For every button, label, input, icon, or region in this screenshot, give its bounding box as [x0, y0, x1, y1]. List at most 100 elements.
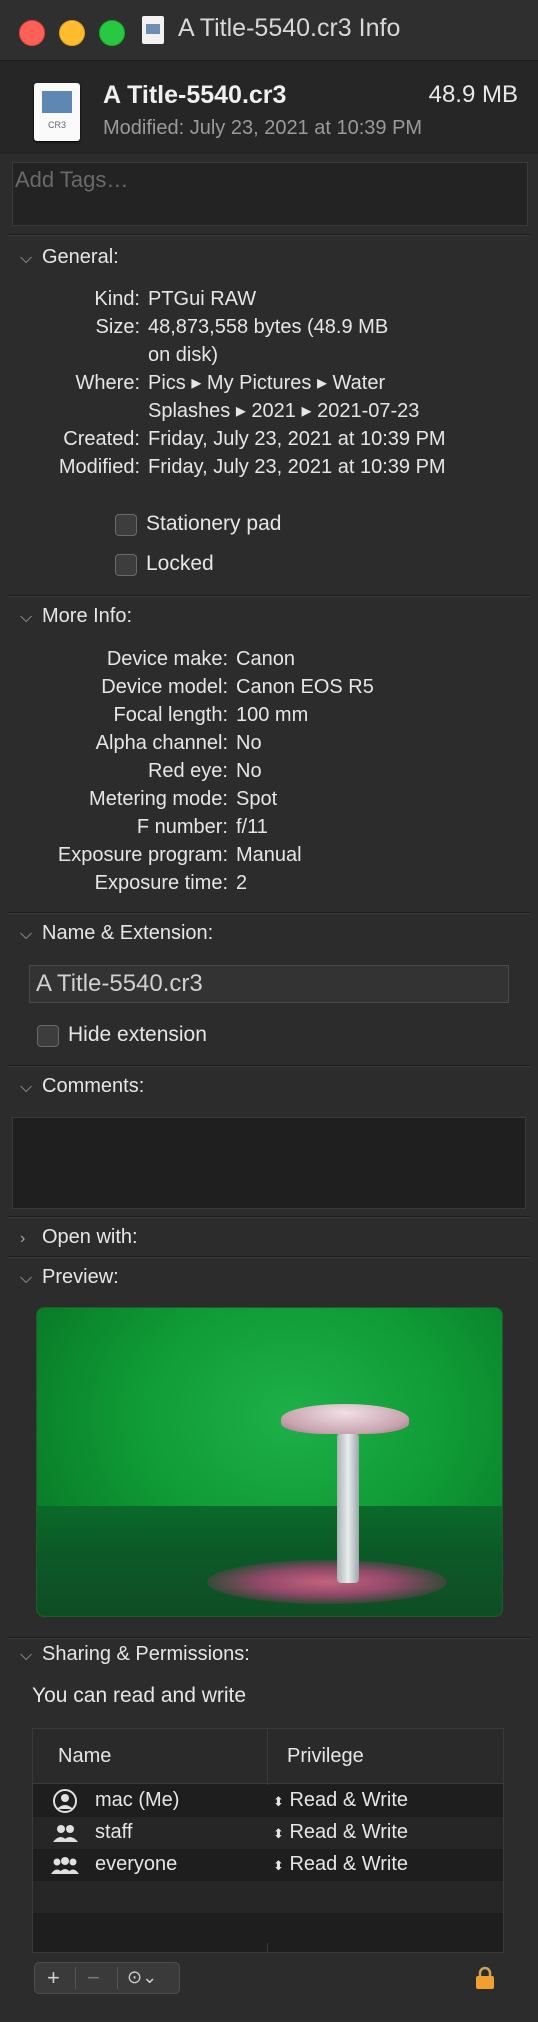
section-title: Comments:	[42, 1075, 145, 1097]
chevron-down-icon: ⌵	[20, 609, 33, 626]
comments-field[interactable]	[12, 1117, 526, 1209]
file-name: A Title-5540.cr3	[103, 81, 287, 109]
table-row-empty	[33, 1913, 503, 1943]
action-menu-button[interactable]: ⊙⌄	[127, 1967, 157, 1988]
permissions-footer: + − ⊙⌄	[32, 1962, 502, 1994]
info-value: Canon EOS R5	[236, 676, 374, 698]
name-extension-field[interactable]: A Title-5540.cr3	[29, 965, 509, 1003]
updown-icon: ⬍	[273, 1826, 284, 1841]
info-key: Exposure program:	[57, 844, 228, 866]
kind-value: PTGui RAW	[148, 288, 257, 310]
info-key: Exposure time:	[94, 872, 228, 894]
preview-splash-base	[207, 1560, 447, 1604]
section-name-extension-toggle[interactable]: ⌵ Name & Extension:	[20, 922, 213, 954]
section-title: Sharing & Permissions:	[42, 1643, 250, 1665]
hide-extension-label: Hide extension	[68, 1023, 207, 1046]
window-title: A Title-5540.cr3 Info	[178, 14, 401, 42]
kind-label: Kind:	[94, 288, 140, 310]
section-title: More Info:	[42, 605, 133, 627]
table-row[interactable]: everyone ⬍ Read & Write	[33, 1849, 503, 1881]
chevron-right-icon: ›	[20, 1230, 26, 1247]
user-name: mac (Me)	[95, 1789, 180, 1811]
locked-checkbox[interactable]	[115, 554, 137, 576]
user-name: staff	[95, 1821, 133, 1843]
section-comments-toggle[interactable]: ⌵ Comments:	[20, 1075, 144, 1107]
user-name: everyone	[95, 1853, 178, 1875]
info-key: Focal length:	[113, 704, 228, 726]
add-user-button[interactable]: +	[47, 1965, 60, 1991]
divider	[8, 595, 530, 597]
section-open-with-toggle[interactable]: › Open with:	[20, 1226, 138, 1258]
info-key: Device model:	[101, 676, 228, 698]
lock-icon[interactable]	[474, 1966, 496, 1990]
created-label: Created:	[63, 428, 140, 450]
file-size: 48.9 MB	[428, 81, 518, 108]
name-extension-value: A Title-5540.cr3	[36, 970, 203, 997]
table-row[interactable]: mac (Me) ⬍ Read & Write	[33, 1785, 503, 1817]
hide-extension-checkbox[interactable]	[37, 1025, 59, 1047]
section-title: Preview:	[42, 1266, 119, 1288]
zoom-button[interactable]	[99, 20, 125, 46]
created-value: Friday, July 23, 2021 at 10:39 PM	[148, 428, 446, 450]
permissions-table: Name Privilege mac (Me) ⬍ Read & Write s…	[32, 1728, 504, 1953]
where-value-line2: Splashes ▸ 2021 ▸ 2021-07-23	[148, 400, 420, 422]
file-header: CR3 A Title-5540.cr3 48.9 MB Modified: J…	[0, 61, 538, 154]
info-value: f/11	[236, 816, 268, 838]
close-button[interactable]	[19, 20, 45, 46]
chevron-down-icon: ⌵	[20, 926, 33, 943]
where-label: Where:	[75, 372, 140, 394]
divider	[8, 1637, 530, 1639]
section-general-toggle[interactable]: ⌵ General:	[20, 246, 119, 278]
info-key: Red eye:	[147, 760, 228, 782]
everyone-icon	[51, 1857, 79, 1874]
stationery-pad-checkbox[interactable]	[115, 514, 137, 536]
info-key: Metering mode:	[89, 788, 228, 810]
divider	[8, 1216, 530, 1218]
stationery-pad-label: Stationery pad	[146, 512, 282, 535]
info-value: 100 mm	[236, 704, 309, 726]
column-header-name[interactable]: Name	[58, 1745, 111, 1768]
section-title: General:	[42, 246, 119, 268]
permission-summary: You can read and write	[32, 1684, 247, 1707]
info-value: No	[236, 760, 262, 782]
size-value-line2: on disk)	[148, 344, 219, 366]
divider	[8, 912, 530, 914]
preview-splash-cap	[281, 1404, 409, 1434]
modified-date: Modified: July 23, 2021 at 10:39 PM	[103, 117, 423, 139]
modified-label: Modified:	[58, 456, 140, 478]
tags-field[interactable]: Add Tags…	[12, 162, 528, 226]
privilege-popup[interactable]: ⬍ Read & Write	[273, 1789, 408, 1812]
file-proxy-icon[interactable]	[142, 16, 164, 44]
where-value-line1: Pics ▸ My Pictures ▸ Water	[148, 372, 386, 394]
size-value-line1: 48,873,558 bytes (48.9 MB	[148, 316, 389, 338]
minimize-button[interactable]	[59, 20, 85, 46]
chevron-down-icon: ⌵	[20, 1079, 33, 1096]
info-key: Alpha channel:	[95, 732, 228, 754]
privilege-popup[interactable]: ⬍ Read & Write	[273, 1821, 408, 1844]
info-key: F number:	[136, 816, 228, 838]
table-row[interactable]: staff ⬍ Read & Write	[33, 1817, 503, 1849]
privilege-popup[interactable]: ⬍ Read & Write	[273, 1853, 408, 1876]
file-extension-badge: CR3	[47, 120, 66, 130]
image-preview	[36, 1307, 503, 1617]
remove-user-button[interactable]: −	[87, 1965, 100, 1991]
permissions-button-group: + − ⊙⌄	[34, 1962, 180, 1994]
info-value: No	[236, 732, 262, 754]
title-bar: A Title-5540.cr3 Info	[0, 0, 538, 61]
divider	[8, 1065, 530, 1067]
privilege-value: Read & Write	[289, 1789, 409, 1811]
section-preview-toggle[interactable]: ⌵ Preview:	[20, 1266, 119, 1298]
divider	[117, 1967, 118, 1989]
divider	[8, 1256, 530, 1258]
file-icon[interactable]: CR3	[34, 83, 80, 141]
section-more-info-toggle[interactable]: ⌵ More Info:	[20, 605, 132, 637]
section-sharing-toggle[interactable]: ⌵ Sharing & Permissions:	[20, 1643, 250, 1675]
table-header: Name Privilege	[33, 1729, 503, 1784]
tags-placeholder: Add Tags…	[15, 167, 129, 192]
updown-icon: ⬍	[273, 1858, 284, 1873]
privilege-value: Read & Write	[289, 1853, 409, 1875]
info-value: Spot	[236, 788, 278, 810]
locked-label: Locked	[146, 552, 214, 575]
info-value: Canon	[236, 648, 295, 670]
column-header-privilege[interactable]: Privilege	[287, 1745, 364, 1768]
